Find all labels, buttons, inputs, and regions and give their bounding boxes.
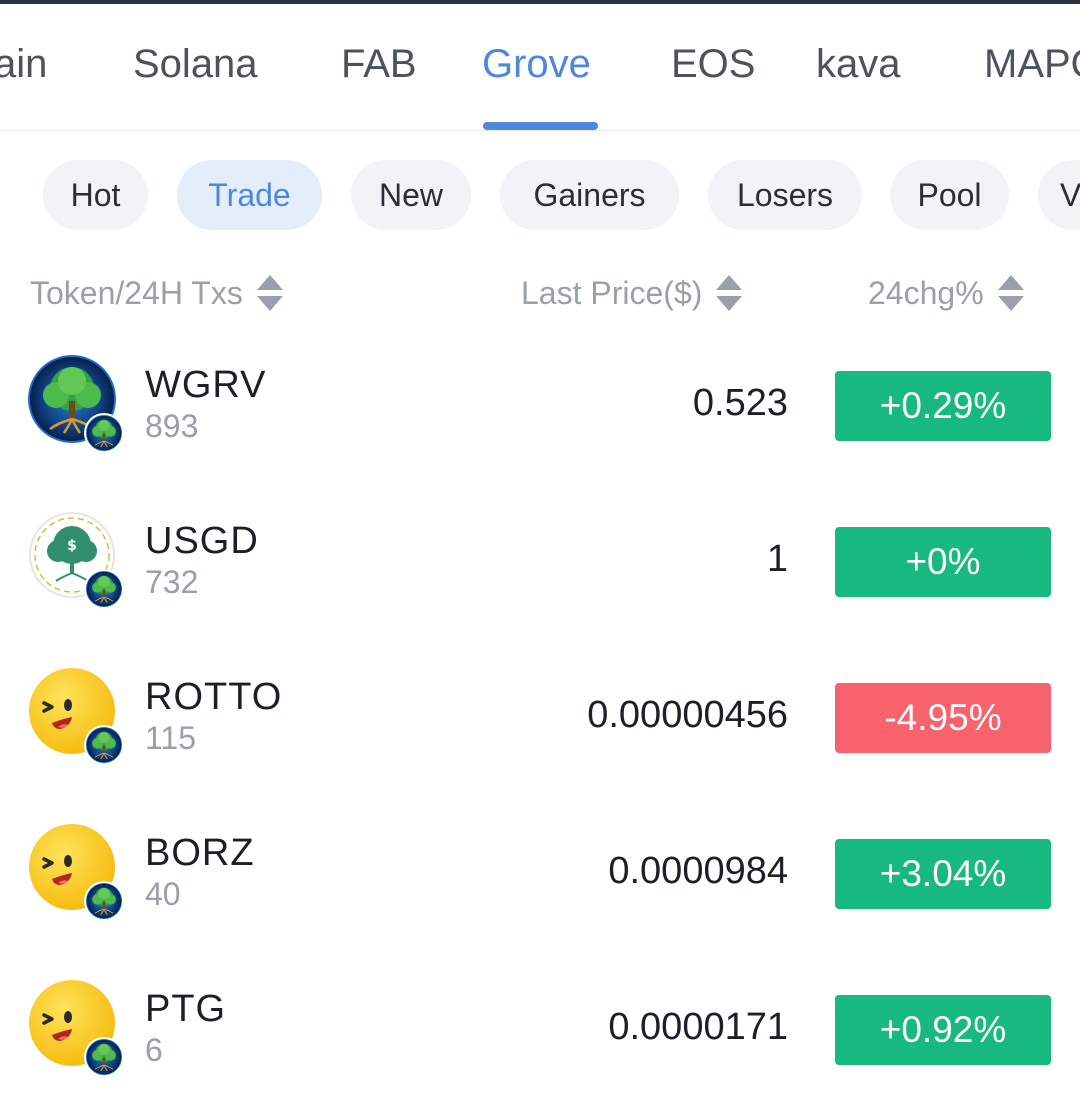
token-price: 0.00000456: [587, 694, 788, 736]
grove-chain-icon: [86, 883, 122, 919]
column-header-price[interactable]: Last Price($): [521, 270, 743, 316]
tab-solana[interactable]: Solana: [133, 42, 258, 87]
token-avatar: [28, 823, 124, 921]
token-symbol: BORZ: [145, 832, 255, 874]
token-txs: 115: [145, 720, 197, 756]
token-price: 0.0000984: [608, 850, 788, 892]
token-row[interactable]: ROTTO 115 0.00000456 -4.95%: [0, 640, 1080, 796]
token-avatar: [28, 667, 124, 765]
sort-icon: [716, 273, 743, 313]
filter-pool[interactable]: Pool: [890, 160, 1009, 230]
token-symbol: PTG: [145, 988, 227, 1030]
column-header-token-label: Token/24H Txs: [30, 274, 243, 311]
grove-chain-icon: [86, 727, 122, 763]
token-txs: 893: [145, 408, 199, 444]
filter-new[interactable]: New: [351, 160, 471, 230]
chain-badge: [84, 881, 124, 921]
token-txs: 6: [145, 1032, 163, 1068]
tab-chain-partial[interactable]: ain: [0, 42, 47, 87]
change-badge[interactable]: +3.04%: [835, 839, 1051, 909]
tab-kava[interactable]: kava: [816, 42, 901, 87]
change-badge[interactable]: +0.92%: [835, 995, 1051, 1065]
chain-badge: [84, 1037, 124, 1077]
token-avatar: [28, 979, 124, 1077]
token-symbol: USGD: [145, 520, 259, 562]
change-badge[interactable]: -4.95%: [835, 683, 1051, 753]
tab-fab[interactable]: FAB: [341, 42, 417, 87]
filter-partial[interactable]: V: [1038, 160, 1080, 230]
sort-icon: [256, 273, 283, 313]
token-avatar: $: [28, 511, 124, 609]
token-row[interactable]: PTG 6 0.0000171 +0.92%: [0, 952, 1080, 1108]
sort-icon: [997, 273, 1024, 313]
filter-trade[interactable]: Trade: [177, 160, 322, 230]
tab-grove[interactable]: Grove: [482, 42, 591, 87]
grove-chain-icon: [86, 1039, 122, 1075]
filter-losers[interactable]: Losers: [708, 160, 862, 230]
chain-badge: [84, 413, 124, 453]
tab-mapo[interactable]: MAPO: [984, 42, 1080, 87]
chain-tab-bar: ain Solana FAB Grove EOS kava MAPO: [0, 4, 1080, 131]
chain-badge: [84, 569, 124, 609]
token-txs: 732: [145, 564, 199, 600]
tab-eos[interactable]: EOS: [671, 42, 755, 87]
token-price: 0.523: [692, 382, 788, 424]
grove-chain-icon: [86, 415, 122, 451]
column-header-change[interactable]: 24chg%: [868, 270, 1024, 316]
change-badge[interactable]: +0%: [835, 527, 1051, 597]
active-tab-indicator: [483, 122, 598, 130]
token-price: 1: [766, 538, 788, 580]
token-row[interactable]: WGRV 893 0.523 +0.29%: [0, 328, 1080, 484]
token-price: 0.0000171: [608, 1006, 788, 1048]
token-avatar: [28, 355, 124, 453]
column-header-change-label: 24chg%: [868, 274, 984, 311]
token-symbol: ROTTO: [145, 676, 283, 718]
filter-hot[interactable]: Hot: [43, 160, 148, 230]
column-header-token[interactable]: Token/24H Txs: [30, 270, 283, 316]
token-txs: 40: [145, 876, 181, 912]
token-row[interactable]: BORZ 40 0.0000984 +3.04%: [0, 796, 1080, 952]
change-badge[interactable]: +0.29%: [835, 371, 1051, 441]
svg-text:$: $: [67, 538, 77, 554]
token-symbol: WGRV: [145, 364, 267, 406]
chain-badge: [84, 725, 124, 765]
token-row[interactable]: $ USGD 732 1 +0%: [0, 484, 1080, 640]
filter-gainers[interactable]: Gainers: [500, 160, 679, 230]
column-header-price-label: Last Price($): [521, 274, 703, 311]
grove-chain-icon: [86, 571, 122, 607]
